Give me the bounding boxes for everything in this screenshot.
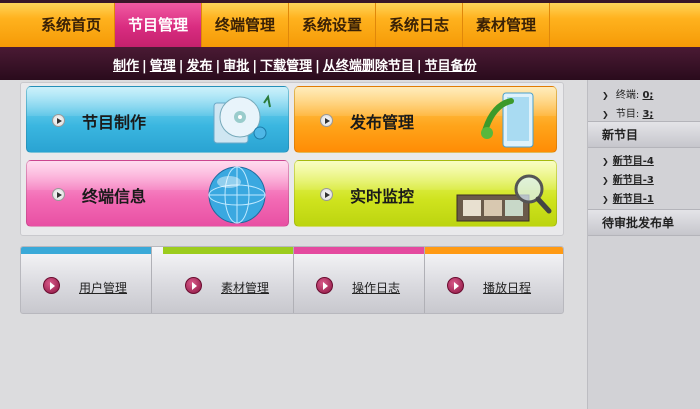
- program-count-label: 节目:: [615, 109, 640, 120]
- arrow-circle-icon: [316, 277, 333, 294]
- terminal-count-link[interactable]: 0;: [642, 90, 653, 101]
- color-bar: [425, 247, 563, 254]
- sub-nav: 制作 | 管理 | 发布 | 审批 | 下载管理 | 从终端删除节目 | 节目备份: [0, 47, 700, 80]
- quick-item-material-management[interactable]: 素材管理: [163, 247, 294, 313]
- arrow-icon: [52, 188, 65, 201]
- quick-item-label: 操作日志: [352, 281, 401, 295]
- subnav-link-publish[interactable]: 发布: [187, 59, 213, 74]
- subnav-separator: |: [416, 59, 422, 74]
- subnav-separator: |: [215, 59, 221, 74]
- subnav-separator: |: [315, 59, 320, 74]
- subnav-link-approve[interactable]: 审批: [223, 59, 249, 74]
- nav-item-terminal-management[interactable]: 终端管理: [202, 3, 289, 47]
- tile-publish-management[interactable]: 发布管理: [294, 86, 557, 153]
- quick-item-label: 播放日程: [483, 281, 532, 295]
- arrow-circle-icon: [447, 277, 464, 294]
- arrow-circle-icon: [43, 277, 60, 294]
- quick-item-play-schedule[interactable]: 播放日程: [425, 247, 563, 313]
- nav-item-system-log[interactable]: 系统日志: [376, 3, 463, 47]
- pending-approval-header[interactable]: 待审批发布单: [588, 209, 700, 236]
- program-count-row: 节目: 3;: [602, 105, 654, 120]
- new-program-link[interactable]: 新节目-1: [602, 190, 654, 205]
- subnav-link-manage[interactable]: 管理: [150, 59, 176, 74]
- arrow-icon: [320, 188, 333, 201]
- subnav-link-download-management[interactable]: 下载管理: [260, 59, 312, 74]
- color-bar: [163, 247, 293, 254]
- top-nav: 系统首页 节目管理 终端管理 系统设置 系统日志 素材管理: [0, 0, 700, 47]
- new-program-link[interactable]: 新节目-4: [602, 152, 654, 167]
- film-magnifier-icon: [456, 174, 552, 222]
- color-bar: [294, 247, 424, 254]
- quick-item-label: 素材管理: [221, 281, 270, 295]
- subnav-separator: |: [178, 59, 184, 74]
- program-count-link[interactable]: 3;: [642, 109, 653, 120]
- subnav-link-program-backup[interactable]: 节目备份: [425, 59, 477, 74]
- terminal-count-label: 终端:: [615, 90, 640, 101]
- sub-nav-links: 制作 | 管理 | 发布 | 审批 | 下载管理 | 从终端删除节目 | 节目备份: [113, 55, 477, 74]
- tile-label: 发布管理: [350, 113, 415, 132]
- arrow-circle-icon: [185, 277, 202, 294]
- tile-label: 节目制作: [82, 113, 147, 132]
- arrow-icon: [52, 114, 65, 127]
- tile-realtime-monitor[interactable]: 实时监控: [294, 160, 557, 227]
- tile-program-creation[interactable]: 节目制作: [26, 86, 289, 153]
- subnav-link-create[interactable]: 制作: [113, 59, 139, 74]
- nav-item-system-settings[interactable]: 系统设置: [289, 3, 376, 47]
- quick-access-bar: 用户管理 素材管理 操作日志 播放日程: [20, 246, 564, 314]
- nav-item-program-management[interactable]: 节目管理: [115, 3, 202, 47]
- subnav-separator: |: [142, 59, 147, 74]
- terminal-count-row: 终端: 0;: [602, 86, 654, 101]
- subnav-separator: |: [252, 59, 258, 74]
- disc-media-icon: [213, 94, 271, 144]
- color-bar: [21, 247, 151, 254]
- tile-label: 终端信息: [82, 187, 147, 206]
- main-tiles-panel: 节目制作 发布管理 终端信息 实时监控: [20, 82, 564, 236]
- new-programs-header: 新节目: [588, 121, 700, 148]
- nav-item-home[interactable]: 系统首页: [28, 3, 115, 47]
- right-sidebar: 终端: 0; 节目: 3; 新节目 新节目-4 新节目-3 新节目-1 待审批发…: [587, 80, 700, 409]
- quick-item-label: 用户管理: [79, 281, 128, 295]
- publish-phone-icon: [481, 92, 534, 148]
- subnav-link-delete-from-terminal[interactable]: 从终端删除节目: [323, 59, 414, 74]
- quick-item-user-management[interactable]: 用户管理: [21, 247, 152, 313]
- arrow-icon: [320, 114, 333, 127]
- quick-item-operation-log[interactable]: 操作日志: [294, 247, 425, 313]
- tile-terminal-info[interactable]: 终端信息: [26, 160, 289, 227]
- nav-item-material-management[interactable]: 素材管理: [463, 3, 550, 47]
- globe-icon: [208, 166, 266, 224]
- tile-label: 实时监控: [350, 187, 415, 206]
- new-program-link[interactable]: 新节目-3: [602, 171, 654, 186]
